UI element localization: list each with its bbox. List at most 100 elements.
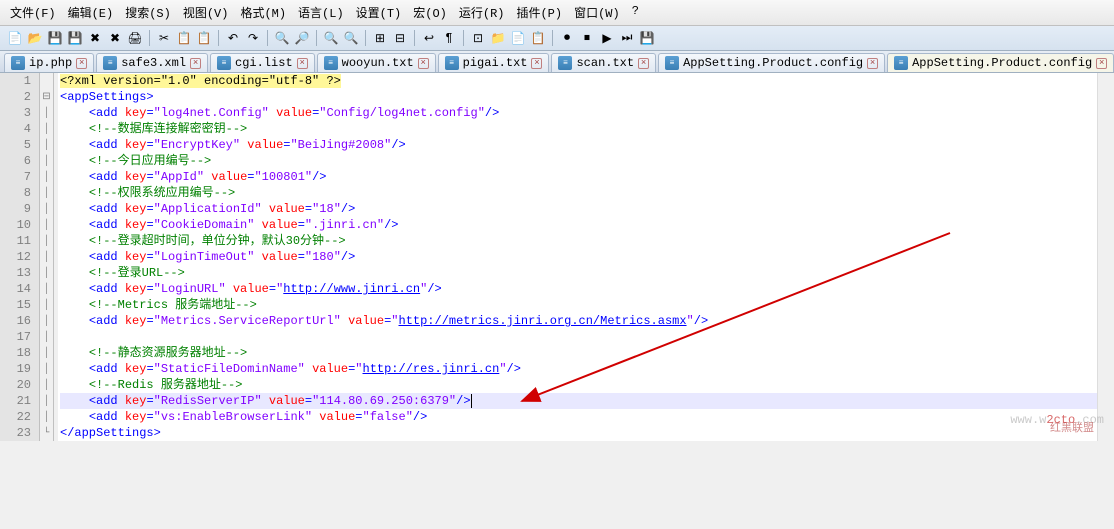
- tab-close-icon[interactable]: ×: [638, 58, 649, 69]
- code-line[interactable]: <!--今日应用编号-->: [60, 153, 1097, 169]
- tab-close-icon[interactable]: ×: [297, 58, 308, 69]
- tab-close-icon[interactable]: ×: [867, 58, 878, 69]
- file-tab[interactable]: ≡AppSetting.Product.config×: [887, 53, 1114, 72]
- replace-icon[interactable]: 🔎: [293, 29, 311, 47]
- fold-marker[interactable]: │: [40, 281, 53, 297]
- tab-close-icon[interactable]: ×: [418, 58, 429, 69]
- code-line[interactable]: <!--Redis 服务器地址-->: [60, 377, 1097, 393]
- menu-help[interactable]: ?: [626, 2, 645, 23]
- undo-icon[interactable]: ↶: [224, 29, 242, 47]
- tab-close-icon[interactable]: ×: [76, 58, 87, 69]
- sync-v-icon[interactable]: ⊞: [371, 29, 389, 47]
- code-line[interactable]: <!--静态资源服务器地址-->: [60, 345, 1097, 361]
- file-tab[interactable]: ≡safe3.xml×: [96, 53, 208, 72]
- folder-icon[interactable]: 📁: [489, 29, 507, 47]
- menu-view[interactable]: 视图(V): [177, 2, 235, 23]
- fold-marker[interactable]: │: [40, 217, 53, 233]
- code-line[interactable]: <add key="LoginURL" value="http://www.ji…: [60, 281, 1097, 297]
- code-line[interactable]: </appSettings>: [60, 425, 1097, 441]
- save-icon[interactable]: 💾: [46, 29, 64, 47]
- menu-window[interactable]: 窗口(W): [568, 2, 626, 23]
- code-line[interactable]: <?xml version="1.0" encoding="utf-8" ?>: [60, 73, 1097, 89]
- playback-icon[interactable]: ⏭: [618, 29, 636, 47]
- zoom-in-icon[interactable]: 🔍: [322, 29, 340, 47]
- file-tab[interactable]: ≡pigai.txt×: [438, 53, 550, 72]
- close-all-icon[interactable]: ✖: [106, 29, 124, 47]
- find-icon[interactable]: 🔍: [273, 29, 291, 47]
- file-tab[interactable]: ≡AppSetting.Product.config×: [658, 53, 885, 72]
- save-all-icon[interactable]: 💾: [66, 29, 84, 47]
- code-line[interactable]: <add key="EncryptKey" value="BeiJing#200…: [60, 137, 1097, 153]
- fold-marker[interactable]: [40, 73, 53, 89]
- code-line[interactable]: <add key="log4net.Config" value="Config/…: [60, 105, 1097, 121]
- code-line[interactable]: <!--登录URL-->: [60, 265, 1097, 281]
- print-icon[interactable]: 🖨: [126, 29, 144, 47]
- menu-settings[interactable]: 设置(T): [350, 2, 408, 23]
- fold-marker[interactable]: │: [40, 201, 53, 217]
- tab-close-icon[interactable]: ×: [190, 58, 201, 69]
- menu-lang[interactable]: 语言(L): [292, 2, 350, 23]
- fold-marker[interactable]: │: [40, 121, 53, 137]
- copy-icon[interactable]: 📋: [175, 29, 193, 47]
- file-tab[interactable]: ≡cgi.list×: [210, 53, 315, 72]
- save-macro-icon[interactable]: 💾: [638, 29, 656, 47]
- code-line[interactable]: <add key="LoginTimeOut" value="180"/>: [60, 249, 1097, 265]
- code-line[interactable]: <!--Metrics 服务端地址-->: [60, 297, 1097, 313]
- fold-marker[interactable]: │: [40, 265, 53, 281]
- fold-marker[interactable]: │: [40, 313, 53, 329]
- fold-marker[interactable]: │: [40, 153, 53, 169]
- fold-marker[interactable]: │: [40, 297, 53, 313]
- redo-icon[interactable]: ↷: [244, 29, 262, 47]
- menu-edit[interactable]: 编辑(E): [62, 2, 120, 23]
- fold-marker[interactable]: │: [40, 233, 53, 249]
- stop-icon[interactable]: ⏹: [578, 29, 596, 47]
- menu-format[interactable]: 格式(M): [234, 2, 292, 23]
- zoom-out-icon[interactable]: 🔍: [342, 29, 360, 47]
- wrap-icon[interactable]: ↩: [420, 29, 438, 47]
- tab-close-icon[interactable]: ×: [1096, 58, 1107, 69]
- vertical-scrollbar[interactable]: [1097, 73, 1114, 441]
- open-file-icon[interactable]: 📂: [26, 29, 44, 47]
- fold-marker[interactable]: │: [40, 409, 53, 425]
- fold-marker[interactable]: │: [40, 105, 53, 121]
- code-line[interactable]: [60, 329, 1097, 345]
- fold-marker[interactable]: ⊟: [40, 89, 53, 105]
- close-icon[interactable]: ✖: [86, 29, 104, 47]
- menu-run[interactable]: 运行(R): [453, 2, 511, 23]
- fold-marker[interactable]: │: [40, 361, 53, 377]
- file-tab[interactable]: ≡scan.txt×: [551, 53, 656, 72]
- code-line[interactable]: <add key="AppId" value="100801"/>: [60, 169, 1097, 185]
- fold-marker[interactable]: │: [40, 185, 53, 201]
- fold-marker[interactable]: └: [40, 425, 53, 441]
- sync-h-icon[interactable]: ⊟: [391, 29, 409, 47]
- menu-plugins[interactable]: 插件(P): [510, 2, 568, 23]
- code-line[interactable]: <!--登录超时时间，单位分钟，默认30分钟-->: [60, 233, 1097, 249]
- fold-marker[interactable]: │: [40, 249, 53, 265]
- fold-marker[interactable]: │: [40, 345, 53, 361]
- code-line[interactable]: <add key="vs:EnableBrowserLink" value="f…: [60, 409, 1097, 425]
- fold-marker[interactable]: │: [40, 137, 53, 153]
- play-icon[interactable]: ▶: [598, 29, 616, 47]
- code-line[interactable]: <!--数据库连接解密密钥-->: [60, 121, 1097, 137]
- tab-close-icon[interactable]: ×: [531, 58, 542, 69]
- paste-icon[interactable]: 📋: [195, 29, 213, 47]
- code-line[interactable]: <add key="RedisServerIP" value="114.80.6…: [60, 393, 1097, 409]
- doc-map-icon[interactable]: 📄: [509, 29, 527, 47]
- file-tab[interactable]: ≡ip.php×: [4, 53, 94, 72]
- cut-icon[interactable]: ✂: [155, 29, 173, 47]
- code-line[interactable]: <add key="ApplicationId" value="18"/>: [60, 201, 1097, 217]
- code-line[interactable]: <add key="CookieDomain" value=".jinri.cn…: [60, 217, 1097, 233]
- new-file-icon[interactable]: 📄: [6, 29, 24, 47]
- file-tab[interactable]: ≡wooyun.txt×: [317, 53, 436, 72]
- code-line[interactable]: <appSettings>: [60, 89, 1097, 105]
- fold-marker[interactable]: │: [40, 169, 53, 185]
- code-line[interactable]: <add key="StaticFileDominName" value="ht…: [60, 361, 1097, 377]
- code-area[interactable]: <?xml version="1.0" encoding="utf-8" ?><…: [58, 73, 1097, 441]
- menu-macro[interactable]: 宏(O): [407, 2, 453, 23]
- fold-marker[interactable]: │: [40, 377, 53, 393]
- indent-guide-icon[interactable]: ⊡: [469, 29, 487, 47]
- fold-marker[interactable]: │: [40, 329, 53, 345]
- all-chars-icon[interactable]: ¶: [440, 29, 458, 47]
- func-list-icon[interactable]: 📋: [529, 29, 547, 47]
- code-line[interactable]: <!--权限系统应用编号-->: [60, 185, 1097, 201]
